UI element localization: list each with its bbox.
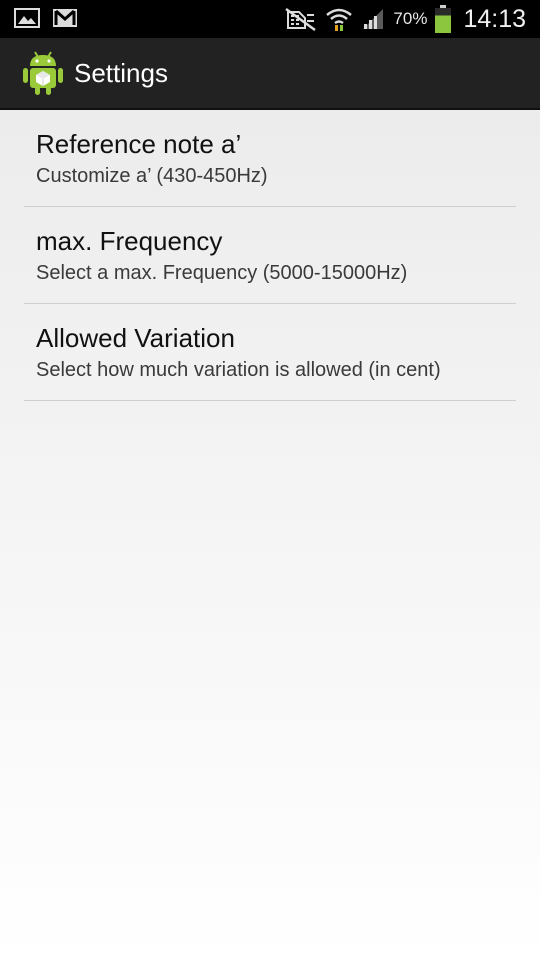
preference-list: Reference note a’ Customize a’ (430-450H… [0, 110, 540, 401]
preference-max-frequency[interactable]: max. Frequency Select a max. Frequency (… [24, 207, 516, 304]
signal-icon [363, 9, 384, 29]
gmail-icon [53, 9, 77, 27]
battery-icon [435, 5, 452, 33]
preference-summary: Customize a’ (430-450Hz) [36, 165, 268, 187]
android-app-icon[interactable] [22, 50, 64, 96]
no-sim-icon [285, 7, 317, 31]
preference-reference-note[interactable]: Reference note a’ Customize a’ (430-450H… [24, 110, 516, 207]
page-title: Settings [74, 57, 168, 88]
preference-title: max. Frequency [36, 226, 223, 256]
action-bar: Settings [0, 38, 540, 110]
preference-title: Allowed Variation [36, 323, 235, 353]
preference-allowed-variation[interactable]: Allowed Variation Select how much variat… [24, 304, 516, 401]
wifi-icon [326, 8, 353, 31]
clock: 14:13 [463, 4, 526, 33]
image-icon [14, 8, 40, 28]
notification-icons [14, 7, 78, 29]
settings-content: Reference note a’ Customize a’ (430-450H… [0, 110, 540, 960]
preference-summary: Select a max. Frequency (5000-15000Hz) [36, 262, 408, 284]
preference-title: Reference note a’ [36, 129, 242, 159]
battery-percent: 70% [393, 9, 428, 28]
preference-summary: Select how much variation is allowed (in… [36, 359, 441, 381]
system-indicators: 70% 14:13 [285, 4, 526, 34]
status-bar: 70% 14:13 [0, 0, 540, 38]
